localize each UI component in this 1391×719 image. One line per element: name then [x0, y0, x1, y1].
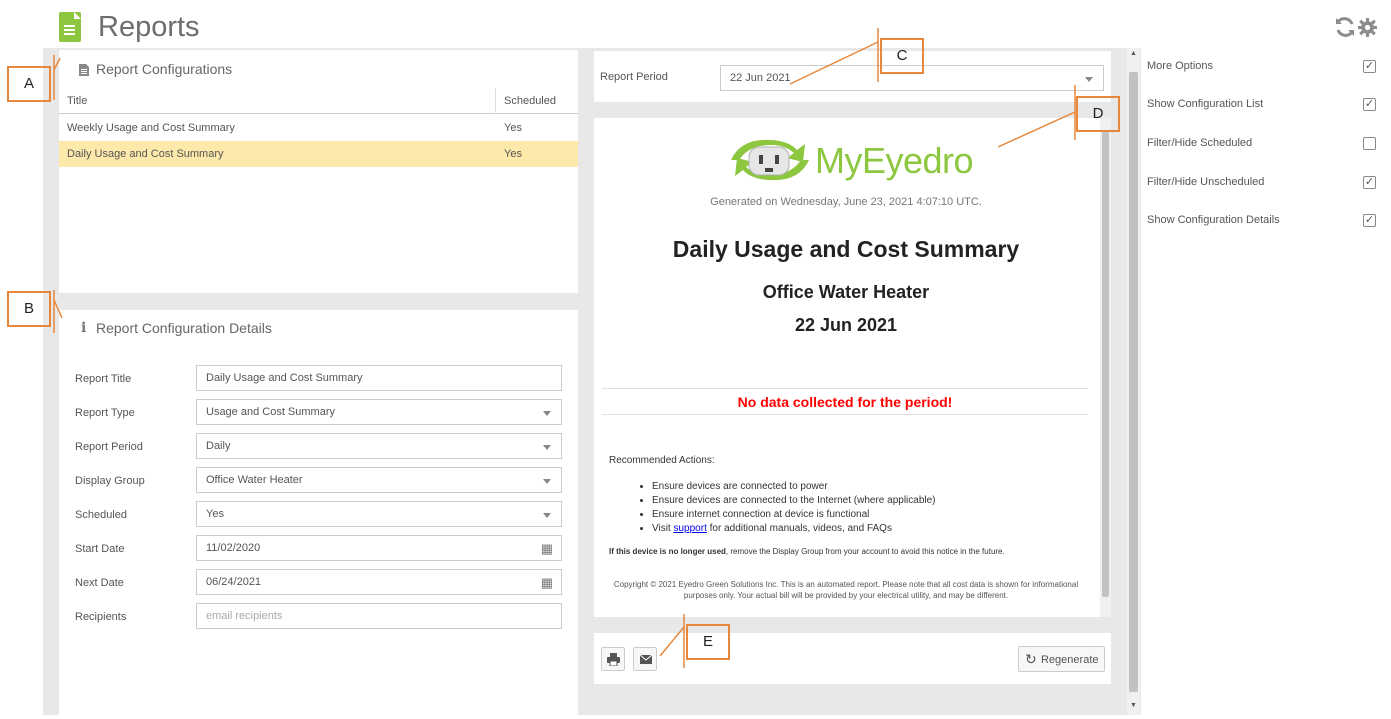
callout-c: C — [880, 38, 924, 74]
callout-e: E — [686, 624, 730, 660]
callout-d: D — [1076, 96, 1120, 132]
callout-lines — [53, 28, 1076, 668]
callout-a: A — [7, 66, 51, 102]
callout-b: B — [7, 291, 51, 327]
